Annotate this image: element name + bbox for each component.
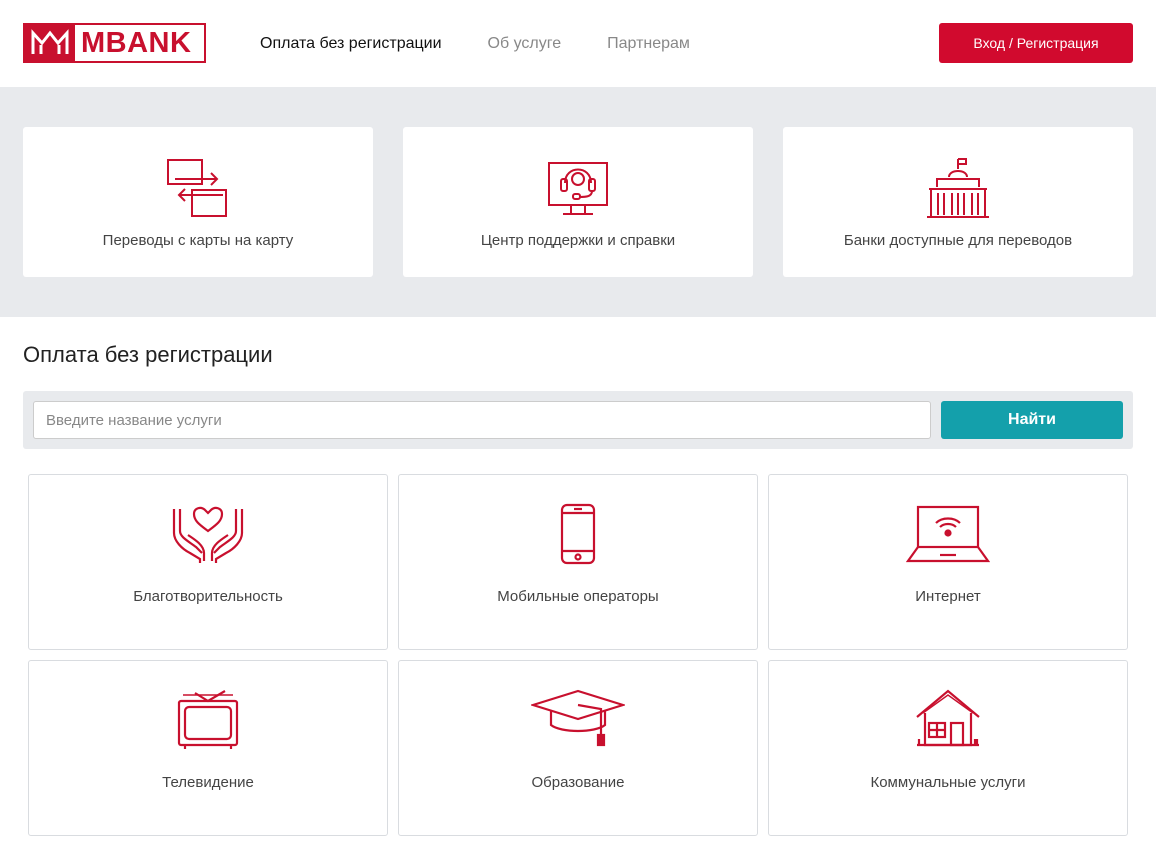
- logo-mark-icon: [25, 25, 75, 61]
- quick-link-card-transfers[interactable]: Переводы с карты на карту: [23, 127, 373, 277]
- charity-hands-heart-icon: [170, 501, 246, 567]
- mobile-phone-icon: [558, 501, 598, 567]
- search-button[interactable]: Найти: [941, 401, 1123, 439]
- bank-building-icon: [925, 155, 991, 221]
- service-card-tv[interactable]: Телевидение: [28, 660, 388, 836]
- header: MBANK Оплата без регистрации Об услуге П…: [0, 0, 1156, 87]
- login-register-button[interactable]: Вход / Регистрация: [939, 23, 1133, 63]
- service-label: Мобильные операторы: [497, 588, 659, 605]
- main-nav: Оплата без регистрации Об услуге Партнер…: [260, 33, 736, 55]
- service-card-charity[interactable]: Благотворительность: [28, 474, 388, 650]
- service-card-internet[interactable]: Интернет: [768, 474, 1128, 650]
- service-label: Благотворительность: [133, 588, 283, 605]
- service-label: Коммунальные услуги: [870, 774, 1026, 791]
- logo-text: MBANK: [81, 27, 192, 59]
- tv-icon: [175, 687, 241, 753]
- service-card-education[interactable]: Образование: [398, 660, 758, 836]
- service-label: Телевидение: [162, 774, 254, 791]
- nav-item-pay-without-registration[interactable]: Оплата без регистрации: [260, 33, 442, 55]
- page-title: Оплата без регистрации: [23, 342, 273, 367]
- house-icon: [915, 687, 981, 753]
- quick-link-card-banks[interactable]: Банки доступные для переводов: [783, 127, 1133, 277]
- quick-link-label: Банки доступные для переводов: [843, 232, 1073, 249]
- support-headset-icon: [545, 155, 611, 221]
- service-card-utilities[interactable]: Коммунальные услуги: [768, 660, 1128, 836]
- logo[interactable]: MBANK: [23, 23, 206, 63]
- service-label: Образование: [531, 774, 625, 791]
- service-card-mobile-operators[interactable]: Мобильные операторы: [398, 474, 758, 650]
- quick-link-label: Переводы с карты на карту: [102, 232, 294, 249]
- laptop-wifi-icon: [906, 501, 990, 567]
- service-label: Интернет: [915, 588, 981, 605]
- nav-item-about-service[interactable]: Об услуге: [488, 33, 562, 55]
- transfer-icon: [165, 155, 231, 221]
- quick-link-label: Центр поддержки и справки: [480, 232, 676, 249]
- quick-link-card-support[interactable]: Центр поддержки и справки: [403, 127, 753, 277]
- nav-item-partners[interactable]: Партнерам: [607, 33, 690, 55]
- quick-links-band: Переводы с карты на карту Центр поддержк…: [0, 87, 1156, 317]
- service-search-input[interactable]: [33, 401, 931, 439]
- service-search-bar: Найти: [23, 391, 1133, 449]
- graduation-cap-icon: [531, 687, 625, 753]
